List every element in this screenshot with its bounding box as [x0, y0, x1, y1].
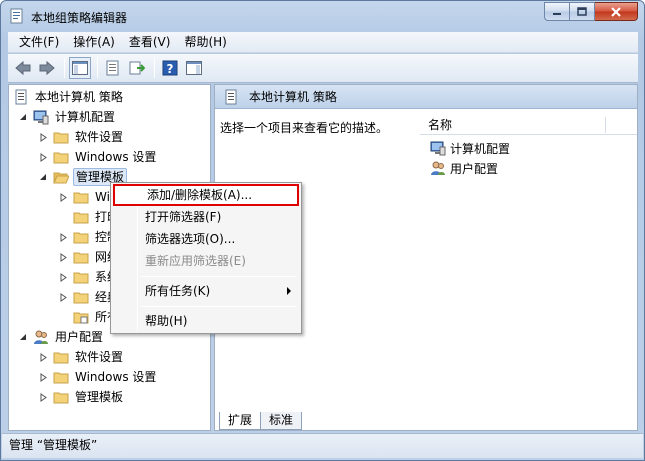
menu-item-open-filter[interactable]: 打开筛选器(F)	[113, 206, 299, 228]
expand-arrow-icon[interactable]	[39, 152, 48, 162]
menu-item-help[interactable]: 帮助(H)	[113, 310, 299, 332]
toolbar-separator	[97, 58, 98, 78]
menu-file[interactable]: 文件(F)	[12, 33, 66, 52]
back-arrow-icon[interactable]	[12, 57, 34, 79]
svg-text:?: ?	[167, 62, 174, 76]
users-icon	[33, 329, 49, 345]
tab-extended[interactable]: 扩展	[219, 412, 262, 430]
menu-action[interactable]: 操作(A)	[66, 33, 122, 52]
toolbar-separator	[64, 58, 65, 78]
folder-icon	[53, 389, 69, 405]
list-item-user-config[interactable]: 用户配置	[430, 158, 498, 178]
folder-icon	[53, 349, 69, 365]
folder-icon	[53, 129, 69, 145]
expand-arrow-icon[interactable]	[39, 352, 48, 362]
close-button[interactable]	[595, 2, 638, 21]
expand-arrow-icon[interactable]	[59, 252, 68, 262]
collapse-arrow-icon[interactable]	[19, 333, 28, 342]
computer-icon	[430, 140, 446, 156]
settings-folder-icon	[73, 309, 89, 325]
computer-icon	[33, 109, 49, 125]
policy-editor-icon	[9, 8, 25, 24]
users-icon	[430, 160, 446, 176]
toolbar-separator	[154, 58, 155, 78]
toolbar: ?	[8, 54, 638, 83]
view-tabs: 扩展 标准	[215, 410, 303, 430]
menu-separator	[141, 306, 297, 307]
expand-arrow-icon[interactable]	[59, 232, 68, 242]
maximize-button[interactable]	[570, 2, 595, 21]
window-title: 本地组策略编辑器	[31, 11, 128, 25]
minimize-button[interactable]	[544, 2, 570, 21]
tree-item-windows-settings[interactable]: Windows 设置	[39, 147, 158, 167]
title-bar[interactable]: 本地组策略编辑器	[1, 1, 644, 31]
collapse-arrow-icon[interactable]	[39, 173, 48, 182]
policy-document-icon	[13, 89, 29, 105]
tree-item-user-config[interactable]: 用户配置	[19, 327, 105, 347]
forward-arrow-icon[interactable]	[36, 57, 58, 79]
menu-separator	[141, 276, 297, 277]
tab-standard[interactable]: 标准	[260, 412, 303, 430]
show-hide-tree-icon[interactable]	[69, 57, 91, 79]
tree-item-root[interactable]: 本地计算机 策略	[13, 87, 125, 107]
menu-bar: 文件(F) 操作(A) 查看(V) 帮助(H)	[8, 32, 638, 53]
list-item-computer-config[interactable]: 计算机配置	[430, 138, 510, 158]
menu-item-filter-options[interactable]: 筛选器选项(O)...	[113, 228, 299, 250]
tree-item-computer-config[interactable]: 计算机配置	[19, 107, 117, 127]
tree-item-user-software-settings[interactable]: 软件设置	[39, 347, 125, 367]
collapse-arrow-icon[interactable]	[19, 113, 28, 122]
export-list-icon[interactable]	[126, 57, 148, 79]
tree-item-user-windows-settings[interactable]: Windows 设置	[39, 367, 158, 387]
properties-icon[interactable]	[102, 57, 124, 79]
show-hide-action-pane-icon[interactable]	[183, 57, 205, 79]
tree-item-sub-wi[interactable]: Wi	[59, 187, 112, 207]
detail-header: 本地计算机 策略	[215, 85, 637, 109]
menu-view[interactable]: 查看(V)	[122, 33, 178, 52]
menu-item-reapply-filter: 重新应用筛选器(E)	[145, 254, 246, 268]
expand-arrow-icon[interactable]	[39, 372, 48, 382]
folder-icon	[73, 289, 89, 305]
app-window: 本地组策略编辑器 文件(F) 操作(A) 查看(V) 帮助(H) ? 本地计算机…	[0, 0, 645, 461]
detail-header-title: 本地计算机 策略	[249, 90, 337, 104]
folder-icon	[73, 209, 89, 225]
policy-document-icon	[223, 89, 239, 105]
tree-item-user-admin-templates[interactable]: 管理模板	[39, 387, 125, 407]
folder-open-icon	[53, 169, 69, 185]
context-menu: 添加/删除模板(A)... 打开筛选器(F) 筛选器选项(O)... 重新应用筛…	[110, 182, 302, 334]
tree-item-software-settings[interactable]: 软件设置	[39, 127, 125, 147]
status-bar: 管理 “管理模板”	[2, 433, 643, 458]
folder-icon	[73, 269, 89, 285]
folder-icon	[73, 229, 89, 245]
folder-icon	[53, 149, 69, 165]
expand-arrow-icon[interactable]	[39, 132, 48, 142]
folder-icon	[53, 369, 69, 385]
folder-icon	[73, 249, 89, 265]
menu-help[interactable]: 帮助(H)	[177, 33, 233, 52]
column-separator[interactable]	[605, 117, 606, 133]
column-header-name[interactable]: 名称	[420, 115, 637, 135]
description-text: 选择一个项目来查看它的描述。	[220, 121, 389, 135]
folder-icon	[73, 189, 89, 205]
expand-arrow-icon[interactable]	[39, 392, 48, 402]
menu-item-add-remove-templates[interactable]: 添加/删除模板(A)...	[113, 184, 299, 206]
expand-arrow-icon[interactable]	[59, 292, 68, 302]
help-icon[interactable]: ?	[159, 57, 181, 79]
submenu-arrow-icon	[287, 287, 291, 295]
expand-arrow-icon[interactable]	[59, 272, 68, 282]
expand-arrow-icon[interactable]	[59, 192, 68, 202]
menu-item-all-tasks[interactable]: 所有任务(K)	[113, 280, 299, 302]
